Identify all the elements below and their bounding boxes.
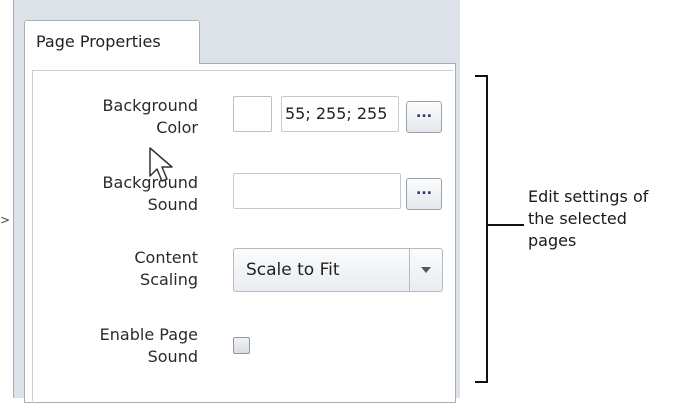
tab-page-properties[interactable]: Page Properties — [24, 20, 200, 64]
enable-page-sound-label: Enable Page Sound — [99, 325, 198, 366]
content-scaling-dropdown[interactable]: Scale to Fit — [233, 248, 443, 292]
enable-page-sound-checkbox[interactable] — [233, 337, 250, 354]
mouse-pointer-icon — [149, 147, 173, 182]
dropdown-arrow-button[interactable] — [409, 249, 442, 291]
annotation-bracket — [475, 75, 488, 383]
background-sound-browse-button[interactable]: ... — [406, 178, 442, 210]
annotation-leader-line — [488, 224, 524, 226]
content-scaling-label: Content Scaling — [134, 248, 198, 289]
annotation-text: Edit settings of the selected pages — [528, 187, 649, 250]
left-edge-glyph: > — [0, 213, 11, 227]
content-scaling-selected: Scale to Fit — [246, 260, 340, 280]
chevron-down-icon — [421, 267, 431, 273]
background-color-browse-button[interactable]: ... — [406, 101, 442, 133]
background-color-label: Background Color — [102, 96, 198, 137]
background-sound-field[interactable] — [233, 173, 401, 209]
background-color-swatch[interactable] — [233, 96, 272, 132]
background-color-field[interactable]: 55; 255; 255 — [281, 96, 399, 132]
